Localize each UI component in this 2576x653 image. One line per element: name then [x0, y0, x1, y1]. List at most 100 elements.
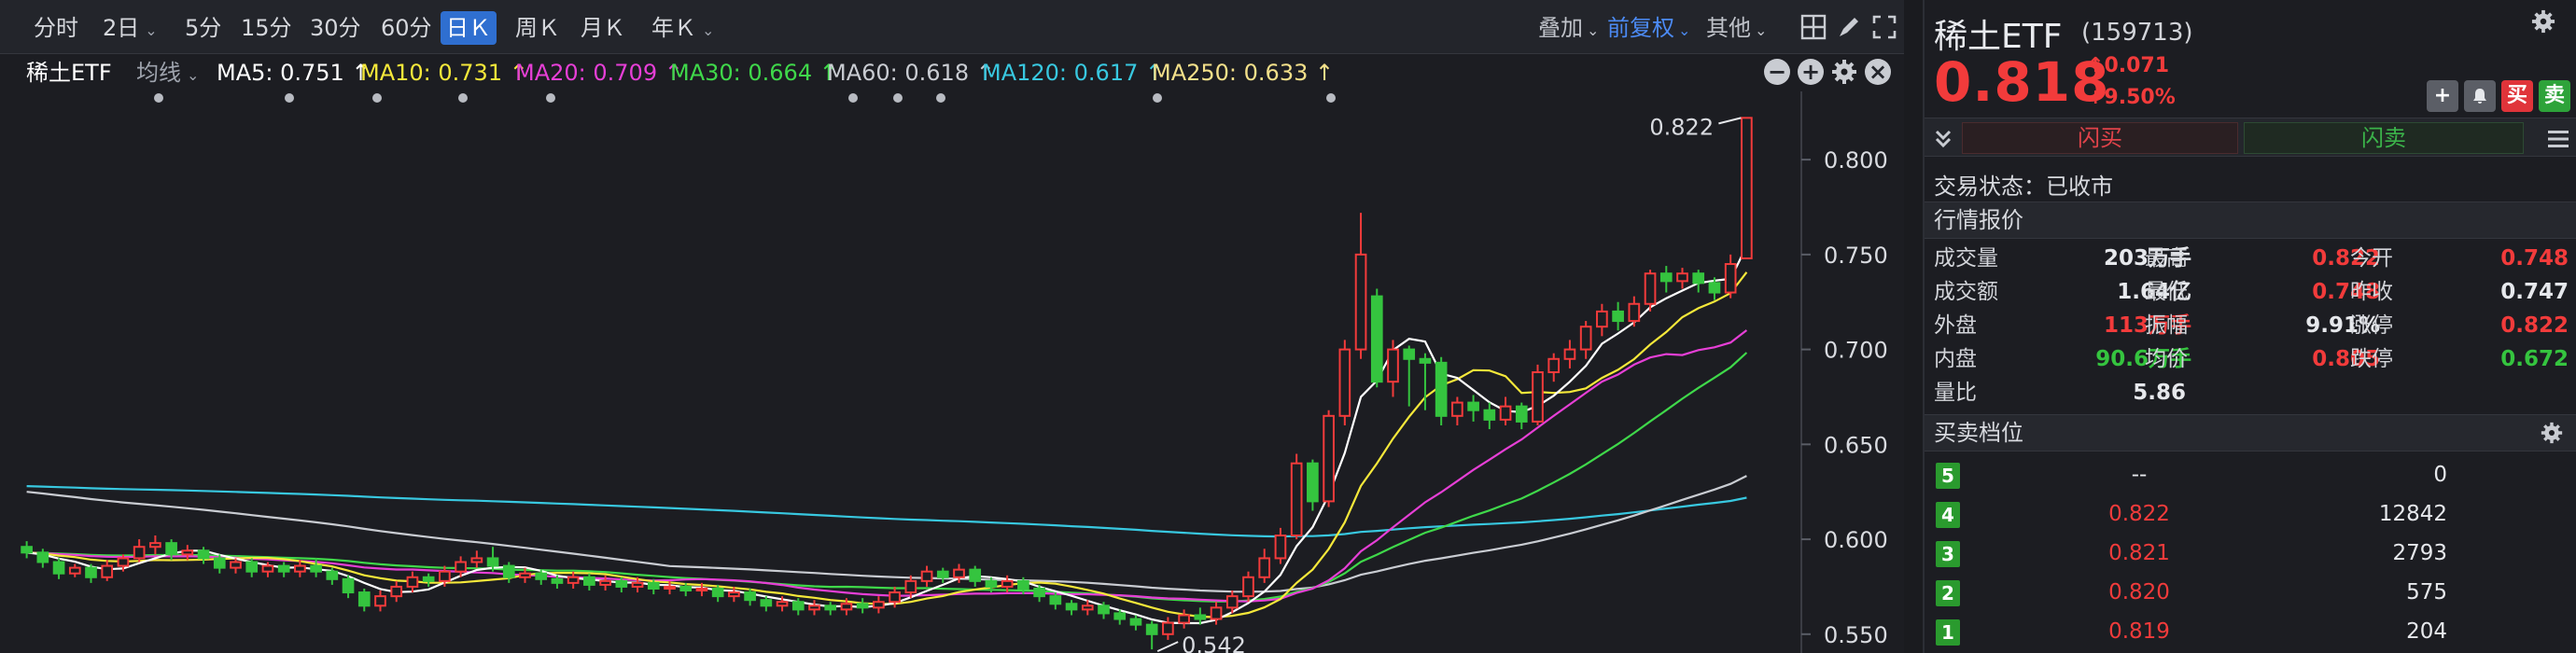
- legend-ma60: MA60: 0.618 ↑: [827, 60, 995, 86]
- flash-buy-button[interactable]: 闪买: [1962, 122, 2238, 154]
- stat-value: 0.747: [2500, 280, 2569, 304]
- candle[interactable]: [1370, 288, 1383, 388]
- candle[interactable]: [1435, 356, 1448, 425]
- add-watchlist-button[interactable]: +: [2427, 80, 2458, 112]
- orderbook-row[interactable]: 2 0.820 575: [1925, 577, 2576, 610]
- stat-label: 成交量: [1934, 246, 1998, 271]
- alert-bell-button[interactable]: [2464, 80, 2496, 112]
- level-volume: 204: [2406, 619, 2447, 644]
- event-marker-dot[interactable]: [1326, 93, 1336, 103]
- event-marker-dot[interactable]: [458, 93, 468, 103]
- other-dropdown[interactable]: 其他 ⌄: [1706, 11, 1767, 45]
- candle-body: [904, 579, 917, 594]
- grid-layout-icon[interactable]: [1799, 13, 1827, 41]
- legend-security-name: 稀土ETF: [26, 60, 112, 86]
- tf-30min[interactable]: 30分: [304, 11, 367, 45]
- candle[interactable]: [1323, 410, 1335, 507]
- candle-body: [1178, 614, 1190, 624]
- orderbook-row[interactable]: 3 0.821 2793: [1925, 537, 2576, 571]
- orderbook-row[interactable]: 4 0.822 12842: [1925, 498, 2576, 532]
- tf-intraday[interactable]: 分时: [28, 11, 84, 45]
- candle-body: [470, 557, 483, 563]
- close-icon[interactable]: ×: [1865, 59, 1891, 85]
- level-volume: 12842: [2378, 502, 2447, 526]
- chart-panel: 分时 2日 ⌄ 5分 15分 30分 60分 日Ｋ 周Ｋ 月Ｋ 年Ｋ ⌄ 叠加 ⌄ 前…: [0, 0, 1904, 653]
- orderbook-row[interactable]: 5 -- 0: [1925, 459, 2576, 493]
- adjust-dropdown[interactable]: 前复权 ⌄: [1607, 11, 1690, 45]
- candle-body: [728, 591, 740, 598]
- candle-body: [1612, 310, 1624, 323]
- candle[interactable]: [1532, 364, 1544, 425]
- tf-60min[interactable]: 60分: [375, 11, 438, 45]
- tf-15min[interactable]: 15分: [235, 11, 298, 45]
- candle-body: [856, 603, 869, 609]
- y-tick-label: 0.800: [1824, 147, 1888, 174]
- candle-body: [1323, 414, 1335, 503]
- candle-body: [567, 576, 580, 584]
- indicator-dropdown[interactable]: 均线 ⌄: [136, 58, 199, 90]
- candle-body: [1724, 263, 1737, 294]
- high-marker-label: 0.822: [1649, 114, 1714, 140]
- candle-body: [1659, 272, 1673, 283]
- event-marker-dot[interactable]: [848, 93, 858, 103]
- event-marker-dot[interactable]: [154, 93, 163, 103]
- candle-body: [1290, 462, 1303, 537]
- event-marker-dot[interactable]: [936, 93, 945, 103]
- overlay-label: 叠加: [1538, 15, 1583, 41]
- buy-button[interactable]: 买: [2501, 80, 2533, 112]
- tf-weekly[interactable]: 周Ｋ: [510, 11, 566, 45]
- tf-2day[interactable]: 2日 ⌄: [97, 11, 163, 45]
- candle[interactable]: [1338, 340, 1351, 425]
- plus-icon[interactable]: +: [1798, 59, 1824, 85]
- candle-body: [1033, 587, 1045, 598]
- candlestick-chart[interactable]: 0.800 0.750 0.700 0.650 0.600 0.550 0.822 0.542: [0, 91, 1904, 653]
- flash-sell-button[interactable]: 闪卖: [2244, 122, 2524, 154]
- tf-monthly[interactable]: 月Ｋ: [575, 11, 631, 45]
- tf-5min[interactable]: 5分: [179, 11, 227, 45]
- event-marker-dot[interactable]: [1153, 93, 1162, 103]
- draw-pen-icon[interactable]: [1835, 13, 1863, 41]
- chevron-down-icon: ⌄: [145, 21, 158, 39]
- indicator-label: 均线: [136, 60, 181, 86]
- level-price: 0.819: [2108, 619, 2170, 644]
- sell-button[interactable]: 卖: [2539, 80, 2570, 112]
- event-marker-dot[interactable]: [372, 93, 382, 103]
- bell-icon: [2473, 89, 2486, 104]
- overlay-dropdown[interactable]: 叠加 ⌄: [1538, 11, 1599, 45]
- tf-yearly[interactable]: 年Ｋ ⌄: [646, 11, 720, 45]
- level-volume: 2793: [2392, 541, 2447, 565]
- candle-body: [760, 599, 773, 607]
- menu-icon[interactable]: [2546, 128, 2570, 150]
- stat-label: 最低: [2145, 280, 2188, 304]
- candle-body: [85, 566, 97, 578]
- price-change-value: 0.071: [2104, 54, 2170, 77]
- stat-label: 今开: [2350, 246, 2393, 271]
- y-tick-label: 0.600: [1824, 527, 1888, 553]
- candle-body: [1081, 604, 1094, 611]
- candle-body: [486, 557, 499, 567]
- tf-daily[interactable]: 日Ｋ: [441, 11, 497, 45]
- orderbook-row[interactable]: 1 0.819 204: [1925, 616, 2576, 649]
- fullscreen-icon[interactable]: [1870, 13, 1898, 41]
- event-marker-dot[interactable]: [893, 93, 903, 103]
- gear-icon[interactable]: [2541, 422, 2563, 444]
- legend-ma20: MA20: 0.709 ↑: [515, 60, 683, 86]
- candle-body: [695, 587, 708, 592]
- candle-body: [357, 591, 371, 607]
- candle-body: [1242, 576, 1254, 598]
- candle-body: [631, 581, 644, 588]
- collapse-down-icon[interactable]: [1932, 128, 1954, 150]
- candle[interactable]: [1741, 117, 1753, 259]
- event-marker-dot[interactable]: [285, 93, 294, 103]
- candle[interactable]: [1290, 453, 1303, 540]
- candle-body: [1547, 357, 1561, 374]
- ma-legend: 稀土ETF 均线 ⌄ MA5: 0.751 ↑ MA10: 0.731 ↑ MA2…: [0, 54, 1811, 91]
- level-price: --: [2131, 463, 2148, 487]
- candle-body: [1017, 579, 1029, 590]
- event-marker-dot[interactable]: [546, 93, 555, 103]
- chevron-down-icon: ⌄: [1755, 21, 1768, 39]
- minus-icon[interactable]: −: [1764, 59, 1790, 85]
- candle-body: [679, 585, 693, 592]
- gear-icon[interactable]: [1831, 59, 1857, 85]
- gear-icon[interactable]: [2531, 9, 2555, 34]
